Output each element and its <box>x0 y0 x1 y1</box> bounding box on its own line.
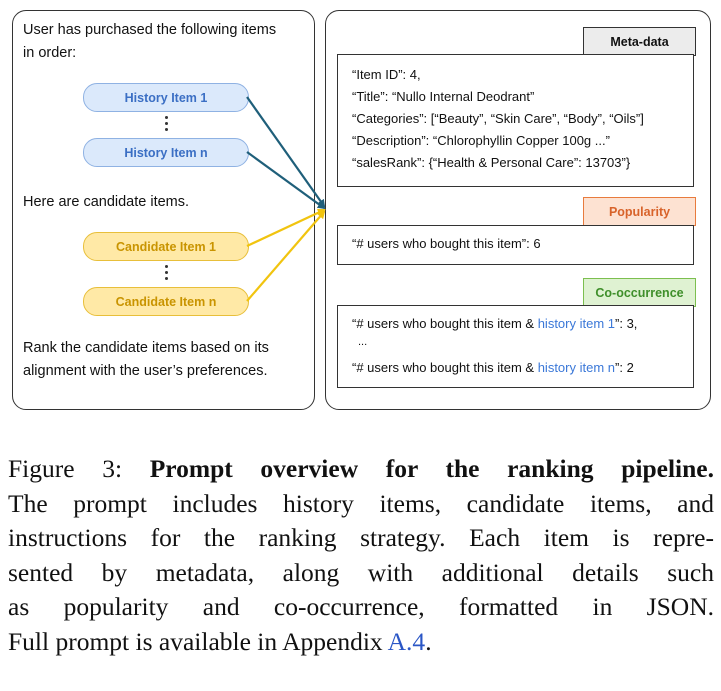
history-arrow <box>246 96 326 208</box>
caption-line-4: sented by metadata, along with additiona… <box>8 557 714 587</box>
caption-line-5: as popularity and co-occurrence, formatt… <box>8 592 714 621</box>
caption-line-1: Figure 3: Prompt overview for the rankin… <box>8 454 714 483</box>
caption-title: Prompt overview for the ranking pipeline… <box>149 454 714 483</box>
caption-line-2: The prompt includes history items, candi… <box>8 488 714 518</box>
figure-caption: Figure 3: Prompt overview for the rankin… <box>8 452 714 659</box>
caption-line-3: instructions for the ranking strategy. E… <box>8 523 714 552</box>
caption-line-6: Full prompt is available in Appendix A.4… <box>8 626 432 656</box>
candidate-arrow <box>246 208 326 247</box>
candidate-arrow <box>246 210 326 302</box>
appendix-link[interactable]: A.4 <box>388 627 426 656</box>
history-arrow <box>246 151 326 210</box>
